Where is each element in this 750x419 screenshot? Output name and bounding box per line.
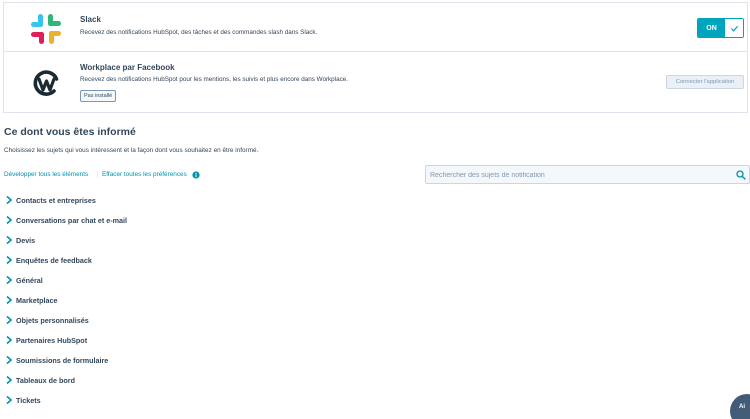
- clear-preferences-link[interactable]: Effacer toutes les préférences: [102, 171, 187, 178]
- chevron-right-icon: [6, 375, 13, 385]
- workplace-logo-icon: [33, 70, 59, 96]
- topic-label: Devis: [16, 235, 36, 245]
- workplace-integration-card: Workplace par Facebook Recevez des notif…: [3, 51, 748, 113]
- topic-item-partners[interactable]: Partenaires HubSpot: [4, 331, 87, 349]
- chevron-right-icon: [6, 275, 13, 285]
- topic-item-tickets[interactable]: Tickets: [4, 391, 41, 409]
- connect-app-button[interactable]: Connecter l'application: [666, 75, 744, 89]
- topic-label: Tickets: [16, 395, 41, 405]
- section-title: Ce dont vous êtes informé: [4, 126, 136, 138]
- slack-toggle[interactable]: ON: [697, 18, 744, 38]
- check-icon: [725, 19, 743, 37]
- workplace-description: Recevez des notifications HubSpot pour l…: [80, 76, 348, 83]
- topic-label: Marketplace: [16, 295, 58, 305]
- topic-item-general[interactable]: Général: [4, 271, 43, 289]
- toggle-on-label: ON: [698, 19, 725, 37]
- topic-item-contacts[interactable]: Contacts et entreprises: [4, 191, 96, 209]
- topic-item-devis[interactable]: Devis: [4, 231, 35, 249]
- expand-all-link[interactable]: Développer tous les éléments: [4, 171, 88, 178]
- chevron-right-icon: [6, 315, 13, 325]
- topic-label: Conversations par chat et e-mail: [16, 215, 128, 225]
- link-separator: |: [97, 171, 99, 178]
- topic-label: Partenaires HubSpot: [16, 335, 88, 345]
- chevron-right-icon: [6, 215, 13, 225]
- help-chat-button[interactable]: Ai: [730, 394, 750, 419]
- topic-label: Soumissions de formulaire: [16, 355, 109, 365]
- topic-item-feedback[interactable]: Enquêtes de feedback: [4, 251, 92, 269]
- topic-label: Contacts et entreprises: [16, 195, 96, 205]
- not-installed-badge: Pas installé: [80, 90, 117, 102]
- slack-integration-card: Slack Recevez des notifications HubSpot,…: [3, 2, 748, 52]
- topic-item-form-submissions[interactable]: Soumissions de formulaire: [4, 351, 108, 369]
- chevron-right-icon: [6, 235, 13, 245]
- topic-item-conversations[interactable]: Conversations par chat et e-mail: [4, 211, 127, 229]
- search-input[interactable]: [430, 168, 730, 182]
- topic-label: Enquêtes de feedback: [16, 255, 92, 265]
- chevron-right-icon: [6, 395, 13, 405]
- topic-label: Objets personnalisés: [16, 315, 89, 325]
- search-box: [425, 165, 750, 184]
- slack-name: Slack: [80, 15, 101, 24]
- topic-item-dashboards[interactable]: Tableaux de bord: [4, 371, 75, 389]
- info-icon[interactable]: [192, 171, 200, 179]
- chevron-right-icon: [6, 335, 13, 345]
- section-description: Choisissez les sujets qui vous intéresse…: [4, 147, 259, 154]
- topic-label: Général: [16, 275, 43, 285]
- help-chat-label: Ai: [739, 404, 745, 410]
- chevron-right-icon: [6, 355, 13, 365]
- topic-label: Tableaux de bord: [16, 375, 75, 385]
- slack-description: Recevez des notifications HubSpot, des t…: [80, 29, 318, 36]
- topic-item-custom-objects[interactable]: Objets personnalisés: [4, 311, 89, 329]
- chevron-right-icon: [6, 195, 13, 205]
- search-icon[interactable]: [736, 170, 746, 180]
- slack-logo-icon: [31, 14, 61, 44]
- workplace-name: Workplace par Facebook: [80, 63, 175, 72]
- chevron-right-icon: [6, 295, 13, 305]
- chevron-right-icon: [6, 255, 13, 265]
- topic-item-marketplace[interactable]: Marketplace: [4, 291, 58, 309]
